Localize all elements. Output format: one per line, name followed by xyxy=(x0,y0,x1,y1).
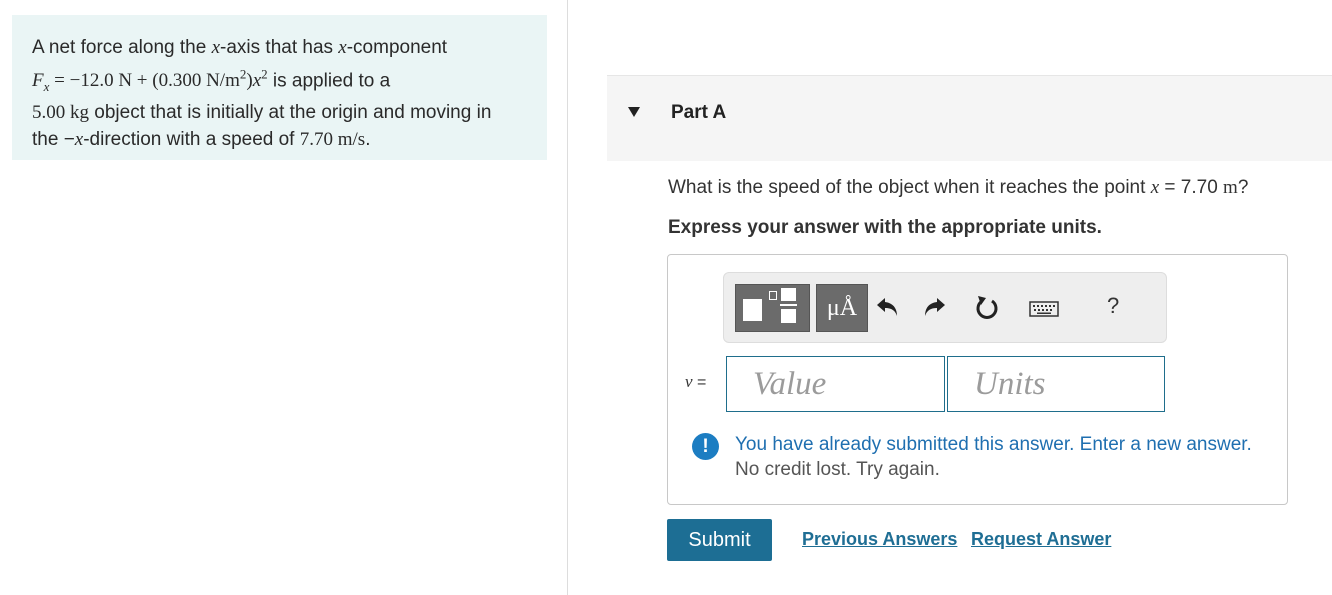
problem-text: A net force along the xyxy=(32,37,212,58)
collapse-triangle-icon[interactable] xyxy=(628,107,640,117)
redo-icon[interactable] xyxy=(920,293,948,323)
question-end: ? xyxy=(1237,177,1249,198)
math-text: = −12.0 N + (0.300 N/m xyxy=(49,69,240,91)
math-var: x xyxy=(211,37,221,58)
problem-text: . xyxy=(365,128,371,150)
problem-text: -axis that has xyxy=(220,37,339,58)
request-answer-link[interactable]: Request Answer xyxy=(971,529,1111,550)
undo-icon[interactable] xyxy=(874,293,902,323)
reset-icon[interactable] xyxy=(972,293,1000,323)
problem-line-3: 5.00 kg object that is initially at the … xyxy=(32,100,527,127)
question-text: What is the speed of the object when it … xyxy=(668,177,1248,199)
math-var: x xyxy=(74,128,84,150)
problem-line-1: A net force along the x-axis that has x-… xyxy=(32,35,527,62)
feedback-line-1: You have already submitted this answer. … xyxy=(735,434,1252,455)
problem-text: -component xyxy=(346,37,448,58)
math-var: x xyxy=(338,37,347,58)
units-icon[interactable]: μÅ xyxy=(816,284,868,332)
feedback-line-2: No credit lost. Try again. xyxy=(735,459,940,480)
problem-line-2: Fx = −12.0 N + (0.300 N/m2)x2 is applied… xyxy=(32,62,527,101)
value-input[interactable]: Value xyxy=(726,356,945,412)
problem-text: the − xyxy=(32,128,75,150)
submit-button[interactable]: Submit xyxy=(667,519,772,561)
force-expression: Fx = −12.0 N + (0.300 N/m2)x2 xyxy=(32,67,268,94)
answer-box: μÅ ? v = Value Units ! You have already … xyxy=(667,254,1288,505)
math-unit: m xyxy=(1223,177,1238,198)
feedback-message: You have already submitted this answer. … xyxy=(735,432,1252,482)
templates-icon[interactable] xyxy=(735,284,810,332)
instruction-text: Express your answer with the appropriate… xyxy=(668,217,1102,238)
answer-variable: v xyxy=(685,372,693,391)
speed-value: 7.70 m/s xyxy=(299,128,366,150)
math-toolbar: μÅ ? xyxy=(723,272,1167,343)
previous-answers-link[interactable]: Previous Answers xyxy=(802,529,957,550)
question-eq: = 7.70 xyxy=(1159,177,1224,198)
problem-text: is applied to a xyxy=(267,69,391,91)
answer-variable-label: v = xyxy=(685,372,706,392)
question-prefix: What is the speed of the object when it … xyxy=(668,177,1151,198)
math-var: x xyxy=(252,69,262,91)
equals-sign: = xyxy=(692,374,707,391)
problem-text: object that is initially at the origin a… xyxy=(89,102,492,124)
mass-value: 5.00 kg xyxy=(32,102,89,124)
help-icon[interactable]: ? xyxy=(1107,293,1119,319)
alert-icon: ! xyxy=(692,433,719,460)
problem-text: -direction with a speed of xyxy=(83,128,300,150)
problem-statement: A net force along the x-axis that has x-… xyxy=(12,15,547,160)
math-var: x xyxy=(1150,177,1160,198)
part-header[interactable]: Part A xyxy=(607,75,1332,161)
units-input[interactable]: Units xyxy=(947,356,1165,412)
math-var: F xyxy=(32,69,44,91)
part-title: Part A xyxy=(671,102,727,123)
column-divider xyxy=(567,0,568,595)
keyboard-icon[interactable] xyxy=(1028,293,1060,323)
problem-line-4: the −x-direction with a speed of 7.70 m/… xyxy=(32,127,527,154)
